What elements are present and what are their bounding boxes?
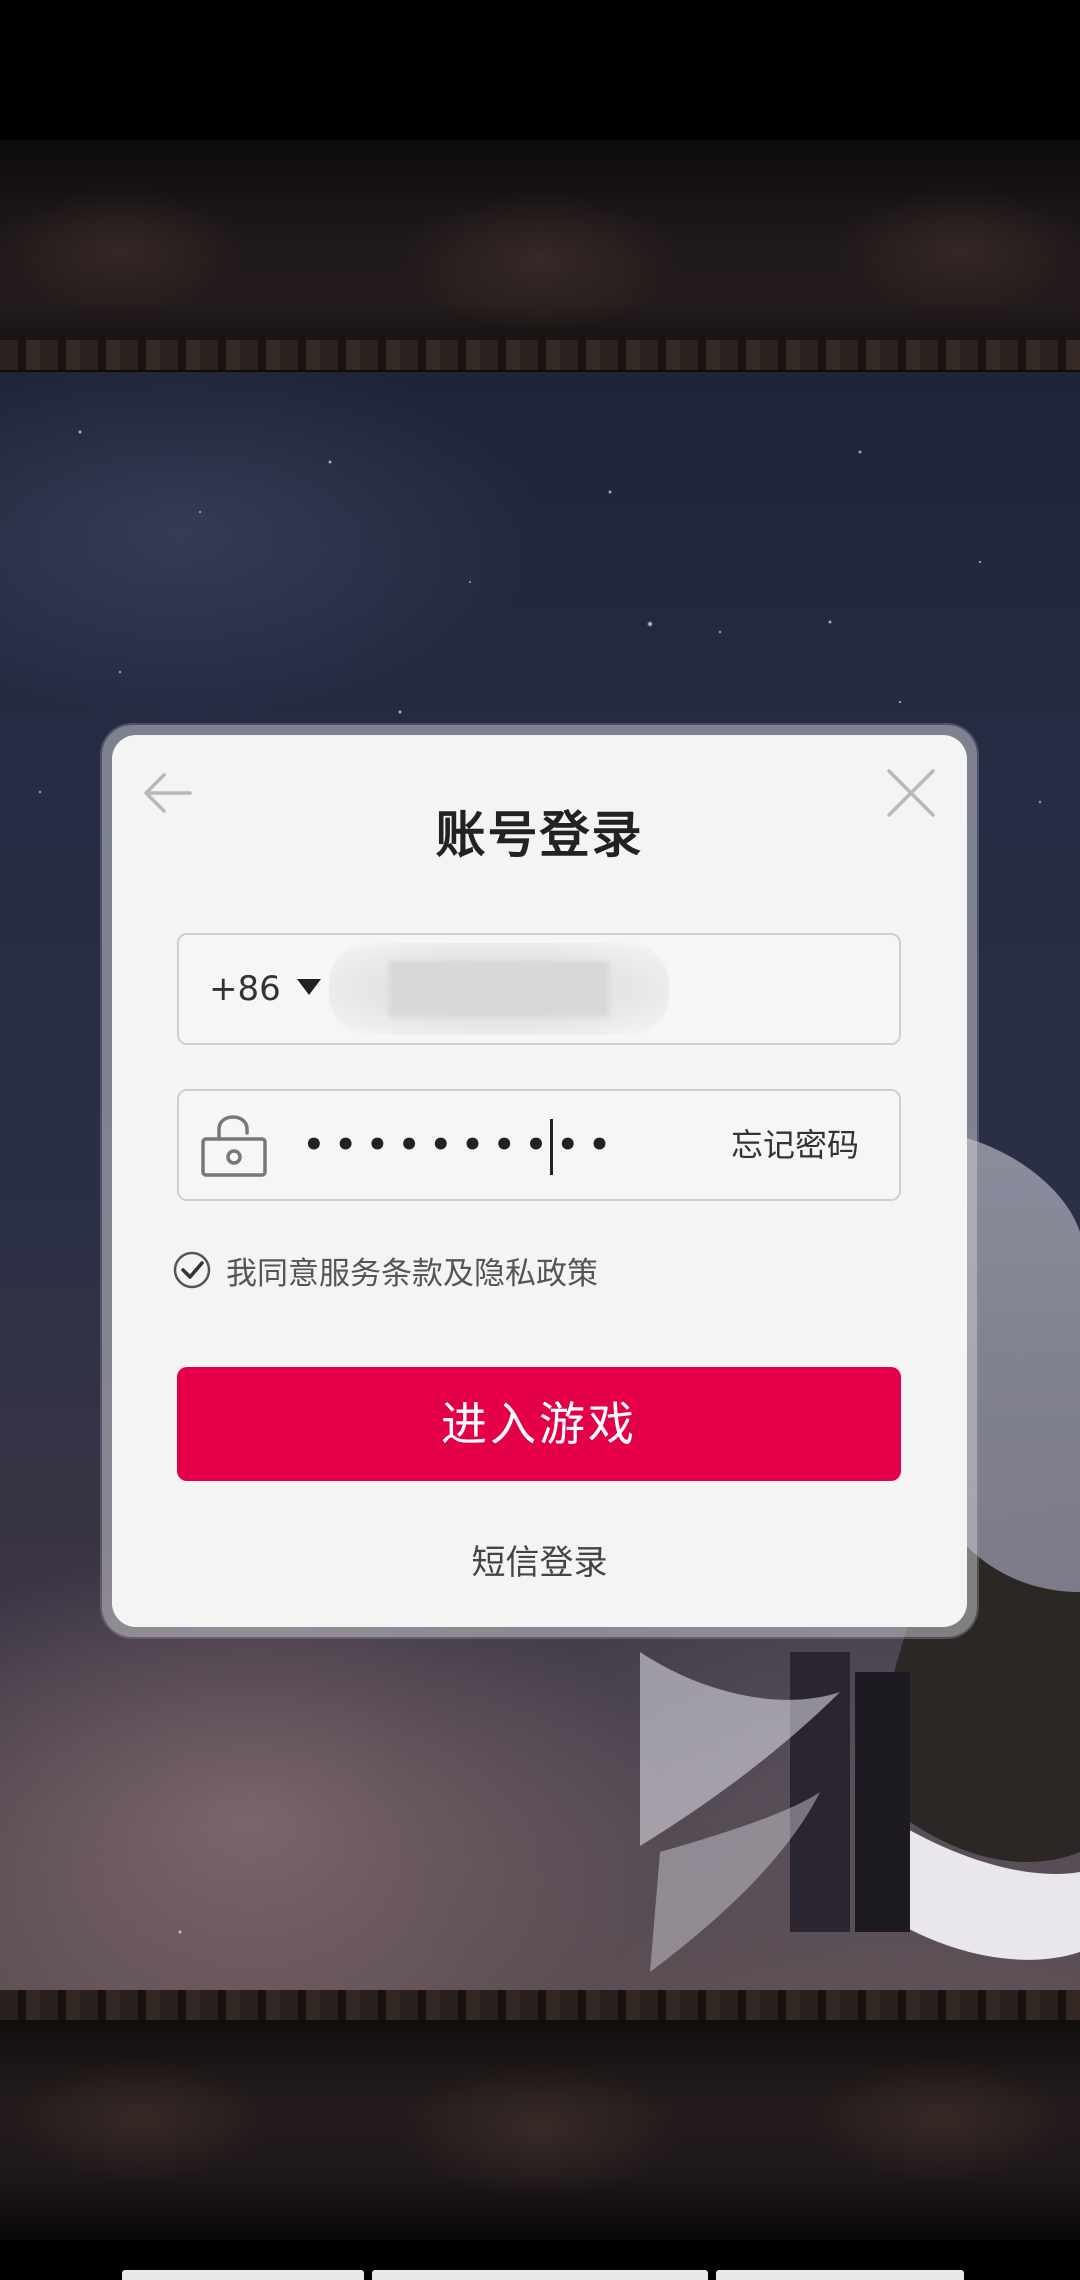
nav-bar-segment[interactable]: [122, 2270, 364, 2280]
agreement-label[interactable]: 我同意服务条款及隐私政策: [226, 1248, 598, 1293]
caret-down-icon[interactable]: [297, 979, 321, 995]
dialog-title: 账号登录: [435, 806, 644, 864]
system-nav-bar: [0, 2262, 1080, 2280]
bottom-frame-border: [0, 1990, 1080, 2020]
top-frame-border: [0, 340, 1080, 370]
unlock-icon[interactable]: [199, 1113, 269, 1179]
login-dialog: 账号登录 +86 •••••••••• 忘记密码 我同意服务条款及隐私政策 进入…: [112, 735, 967, 1627]
password-field[interactable]: •••••••••• 忘记密码: [177, 1089, 901, 1201]
top-ornate-frame: [0, 140, 1080, 372]
phone-number-input[interactable]: [329, 943, 669, 1035]
sms-login-link[interactable]: 短信登录: [112, 1535, 967, 1584]
country-code-selector[interactable]: +86: [209, 935, 281, 1043]
nav-bar-segment[interactable]: [716, 2270, 964, 2280]
checkmark-circle-icon[interactable]: [172, 1250, 212, 1290]
password-input[interactable]: ••••••••••: [303, 1091, 620, 1199]
agreement-checkbox[interactable]: 我同意服务条款及隐私政策: [172, 1245, 598, 1295]
login-screen: 账号登录 +86 •••••••••• 忘记密码 我同意服务条款及隐私政策 进入…: [0, 0, 1080, 2280]
bottom-ornate-frame: [0, 2020, 1080, 2240]
nav-bar-segment[interactable]: [372, 2270, 708, 2280]
phone-field[interactable]: +86: [177, 933, 901, 1045]
text-cursor: [550, 1119, 553, 1175]
forgot-password-link[interactable]: 忘记密码: [731, 1091, 859, 1199]
enter-game-button[interactable]: 进入游戏: [177, 1367, 901, 1481]
